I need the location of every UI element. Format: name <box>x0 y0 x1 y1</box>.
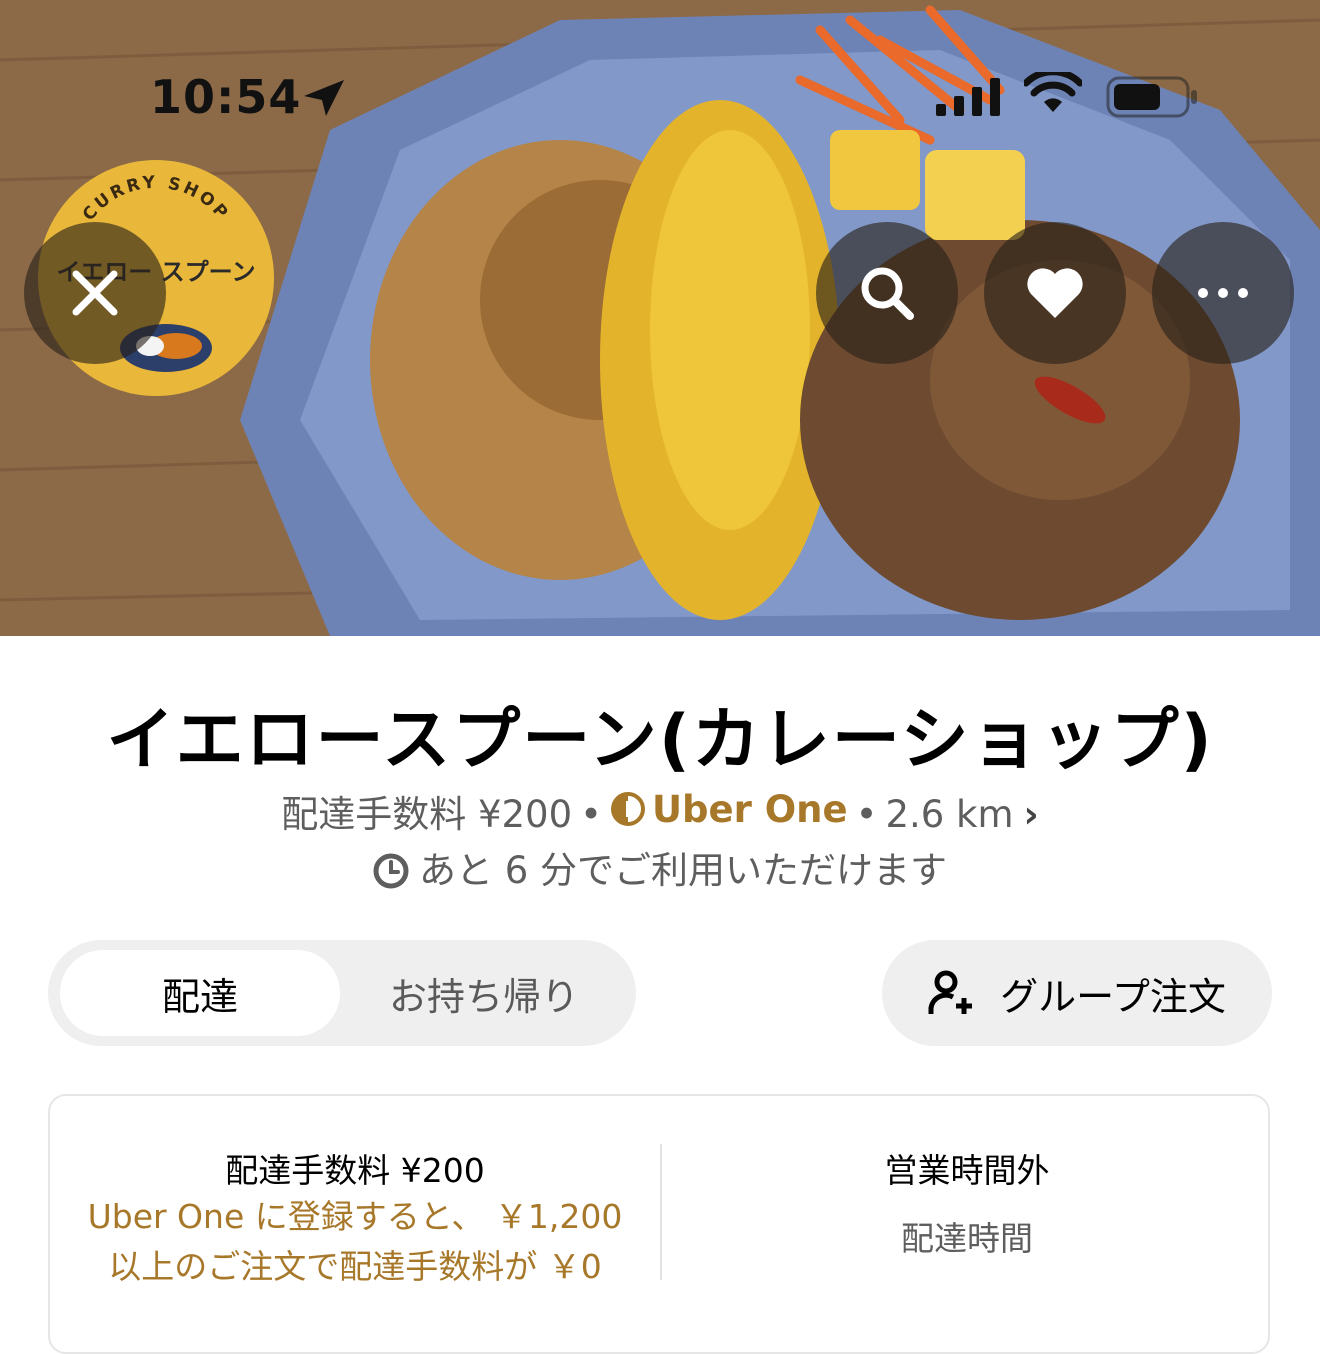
clock-icon <box>373 853 409 889</box>
availability-text: あと 6 分でご利用いただけます <box>418 849 948 892</box>
uber-one-badge: Uber One <box>610 788 848 831</box>
add-person-icon <box>928 970 973 1014</box>
close-button[interactable] <box>24 222 166 364</box>
uber-one-promo[interactable]: Uber One に登録すると、 ￥1,200 以上のご注文で配達手数料が ￥0 <box>70 1192 640 1292</box>
restaurant-meta[interactable]: 配達手数料 ¥200 • Uber One • 2.6 km › <box>0 784 1320 838</box>
distance-text: 2.6 km <box>885 793 1014 836</box>
fee-title: 配達手数料 ¥200 <box>225 1151 485 1190</box>
heart-icon <box>1027 268 1083 318</box>
hours-status: 営業時間外 <box>884 1151 1050 1190</box>
status-time: 10:54 <box>150 70 302 124</box>
delivery-info-card: 配達手数料 ¥200 Uber One に登録すると、 ￥1,200 以上のご注… <box>48 1094 1270 1354</box>
search-icon <box>861 267 914 320</box>
group-order-button[interactable]: グループ注文 <box>882 940 1272 1046</box>
tab-pickup[interactable]: お持ち帰り <box>344 950 624 1036</box>
group-order-label: グループ注文 <box>1000 974 1226 1019</box>
chevron-right-icon: › <box>1023 793 1039 836</box>
availability-line: あと 6 分でご利用いただけます <box>0 840 1320 894</box>
more-options-button[interactable] <box>1152 222 1294 364</box>
delivery-fee-text: 配達手数料 ¥200 <box>281 793 573 836</box>
location-arrow-icon <box>304 80 344 116</box>
more-icon <box>1198 288 1248 298</box>
cellular-signal-icon <box>936 78 1000 116</box>
delivery-mode-toggle: 配達 お持ち帰り <box>48 940 636 1046</box>
battery-icon <box>1106 76 1197 118</box>
close-icon <box>72 270 118 316</box>
delivery-time-label: 配達時間 <box>901 1219 1033 1258</box>
hero-banner: 10:54 CURRY SHOP イエロー スプーン <box>0 0 1320 636</box>
svg-text:CURRY SHOP: CURRY SHOP <box>79 172 233 224</box>
search-button[interactable] <box>816 222 958 364</box>
tab-delivery[interactable]: 配達 <box>60 950 340 1036</box>
favorite-button[interactable] <box>984 222 1126 364</box>
restaurant-name: イエロースプーン(カレーショップ) <box>106 701 1214 780</box>
uber-one-icon <box>610 792 645 826</box>
wifi-icon <box>1024 72 1082 112</box>
